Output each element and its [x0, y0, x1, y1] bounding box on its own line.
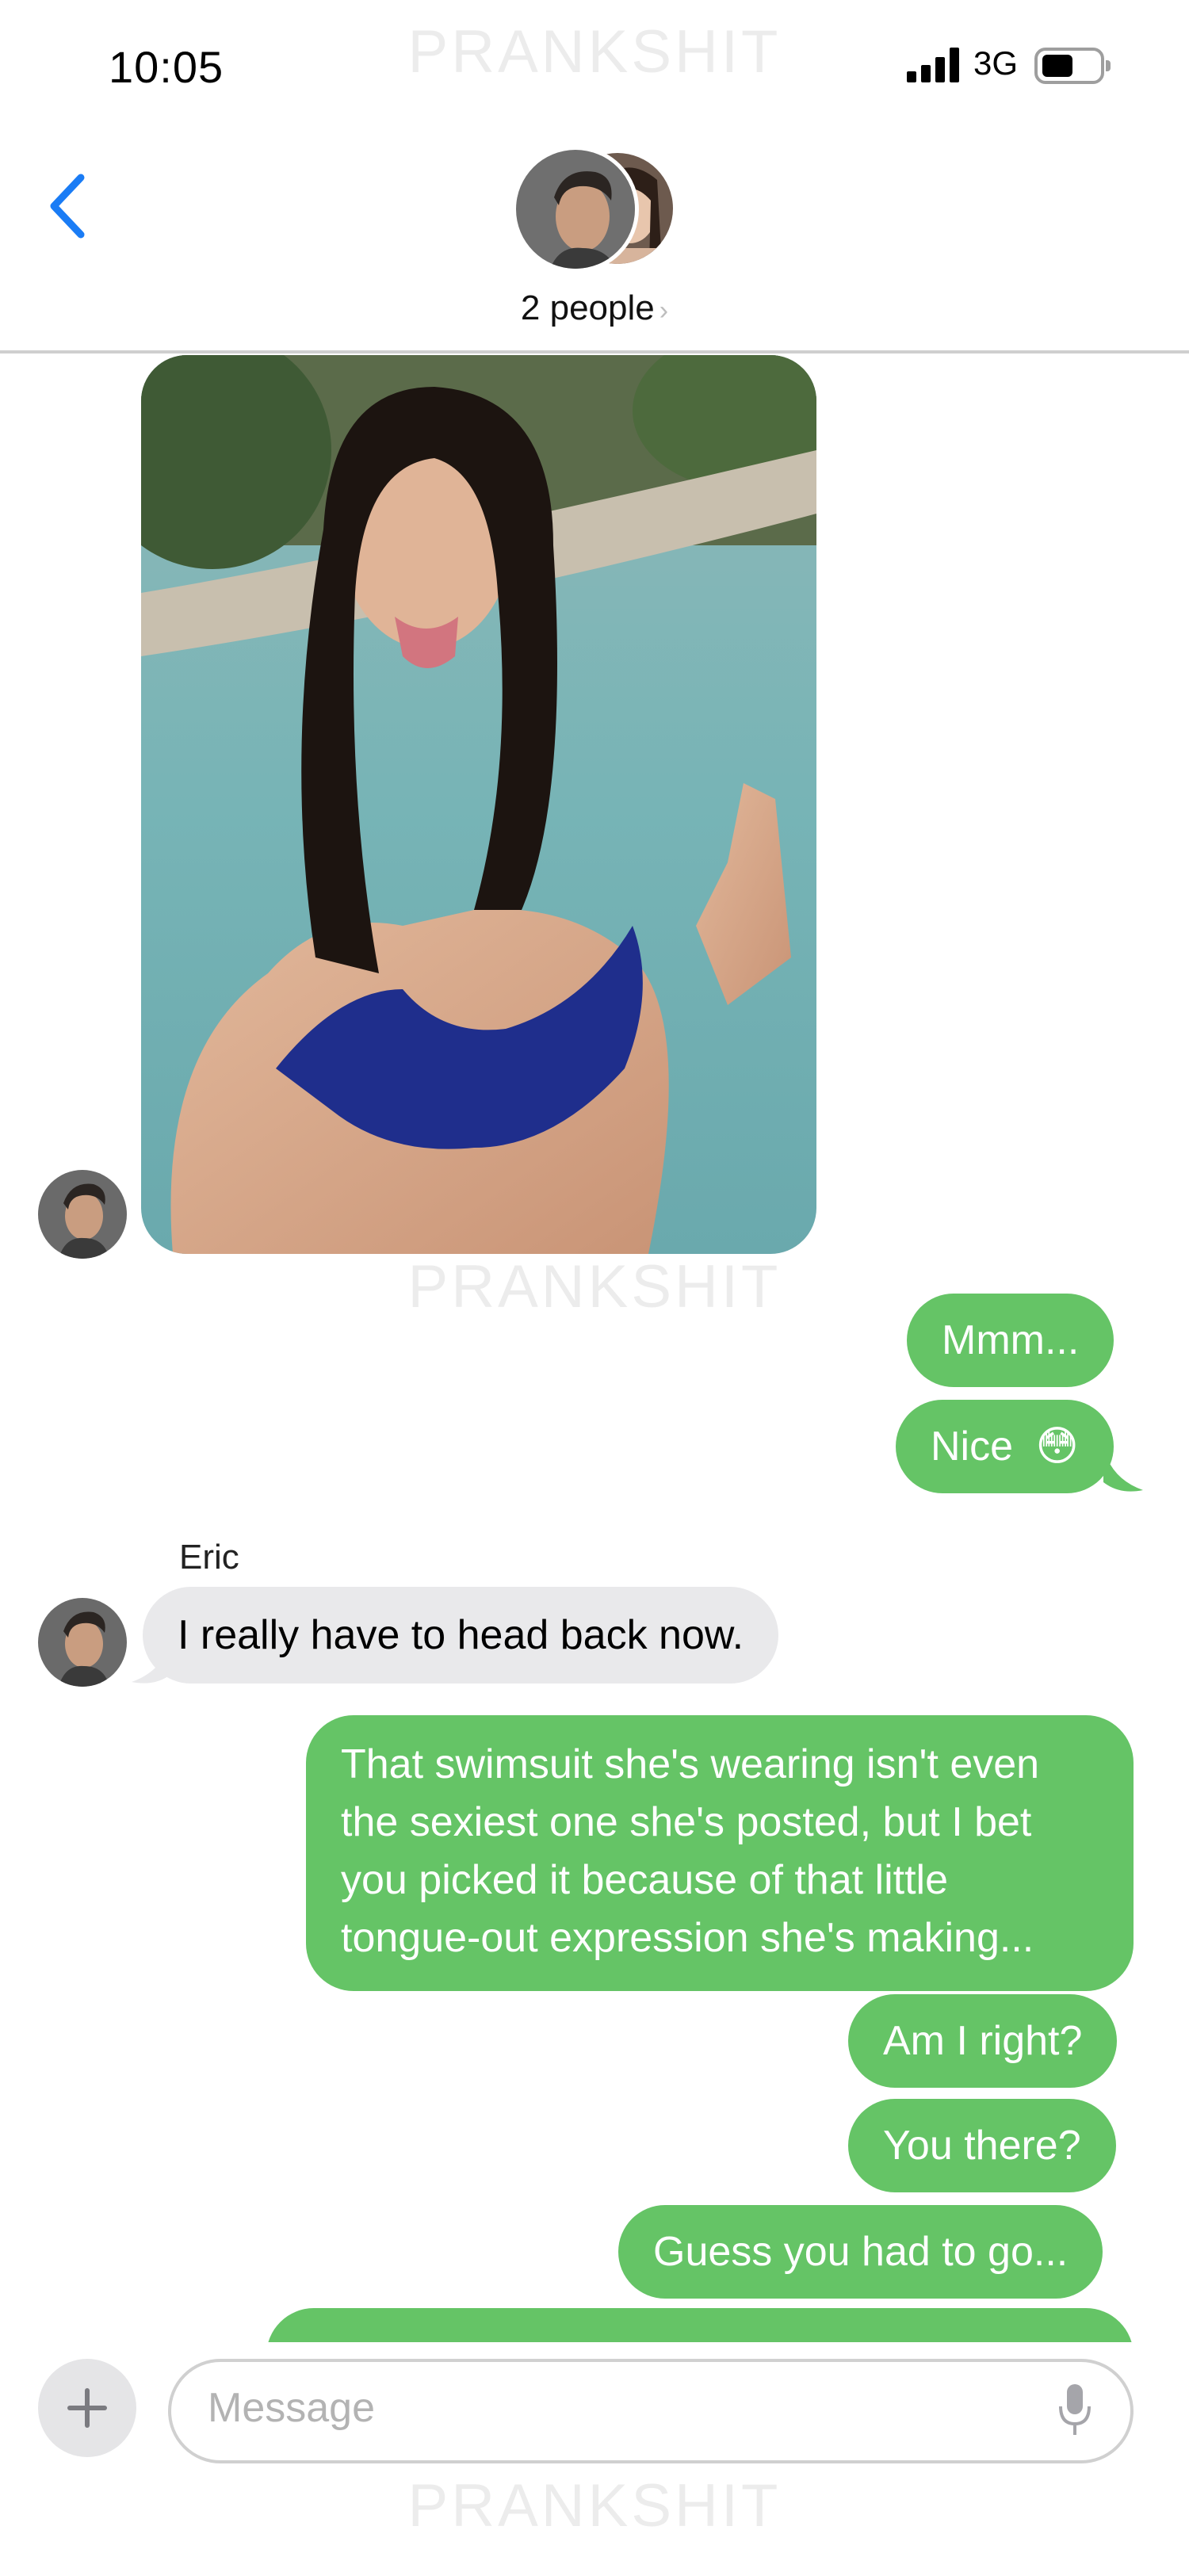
plus-icon[interactable] — [38, 2359, 136, 2457]
outgoing-message[interactable]: That swimsuit she's wearing isn't even t… — [306, 1715, 1134, 1991]
message-text: Nice — [931, 1424, 1014, 1470]
avatar-man — [512, 146, 639, 273]
group-name-label: 2 people — [520, 289, 655, 327]
outgoing-message[interactable]: Guess you had to go... — [618, 2205, 1103, 2299]
mic-icon[interactable] — [1056, 2381, 1094, 2438]
sender-avatar[interactable] — [38, 1170, 127, 1259]
group-avatar[interactable] — [512, 146, 682, 273]
outgoing-message[interactable]: You there? — [848, 2099, 1116, 2192]
flushed-face-emoji: 😳 — [1035, 1424, 1079, 1470]
outgoing-message[interactable]: Nice 😳 — [896, 1400, 1114, 1493]
back-chevron-icon[interactable] — [44, 166, 92, 246]
group-name[interactable]: 2 people › — [0, 289, 1189, 328]
incoming-message[interactable]: I really have to head back now. — [143, 1587, 779, 1684]
battery-icon — [1034, 48, 1111, 84]
header-divider — [0, 350, 1189, 354]
bubble-tail — [1103, 1447, 1143, 1492]
received-photo[interactable] — [141, 355, 816, 1254]
outgoing-message[interactable]: Mmm... — [907, 1294, 1114, 1387]
status-time: 10:05 — [109, 42, 224, 92]
sender-name: Eric — [179, 1538, 239, 1577]
outgoing-message[interactable]: Am I right? — [848, 1994, 1118, 2088]
chevron-right-icon: › — [659, 296, 669, 326]
sender-avatar[interactable] — [38, 1598, 127, 1687]
message-placeholder: Message — [208, 2385, 375, 2431]
signal-icon — [907, 48, 959, 82]
network-type: 3G — [973, 44, 1019, 82]
